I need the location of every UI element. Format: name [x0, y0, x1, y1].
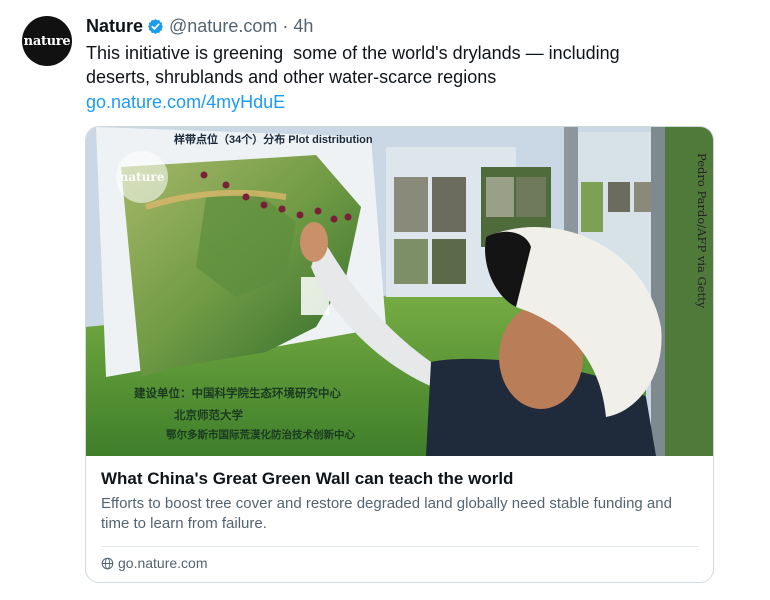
card-image[interactable]: nature 样带点位（34个）分布 Plot distribution 建设单… — [86, 127, 713, 456]
post-header: Nature @nature.com · 4h — [86, 14, 313, 38]
link-preview-card[interactable]: nature 样带点位（34个）分布 Plot distribution 建设单… — [85, 126, 714, 583]
card-description: Efforts to boost tree cover and restore … — [101, 495, 672, 532]
image-watermark: nature — [116, 151, 168, 203]
image-credit: Pedro Pardo/AFP via Getty — [695, 153, 709, 309]
card-domain[interactable]: go.nature.com — [101, 555, 208, 571]
card-body[interactable]: What China's Great Green Wall can teach … — [86, 456, 713, 582]
sign-line: 鄂尔多斯市国际荒漠化防治技术创新中心 — [166, 429, 355, 441]
post-link[interactable]: go.nature.com/4myHduE — [86, 90, 285, 114]
card-domain-text: go.nature.com — [118, 555, 208, 571]
sign-line: 建设单位：中国科学院生态环境研究中心 — [134, 388, 341, 400]
map-title: 样带点位（34个）分布 Plot distribution — [174, 134, 373, 146]
sign-line: 北京师范大学 — [174, 410, 243, 422]
separator-dot: · — [282, 15, 289, 36]
author-handle[interactable]: @nature.com — [169, 16, 277, 37]
post-text: This initiative is greening some of the … — [86, 43, 620, 87]
verified-badge-icon — [148, 18, 163, 34]
avatar-text: nature — [23, 33, 71, 49]
avatar[interactable]: nature — [22, 16, 72, 66]
card-divider — [101, 546, 699, 547]
author-name[interactable]: Nature — [86, 16, 143, 37]
card-title[interactable]: What China's Great Green Wall can teach … — [101, 469, 513, 489]
post-time[interactable]: 4h — [293, 16, 313, 37]
globe-icon — [101, 557, 114, 569]
